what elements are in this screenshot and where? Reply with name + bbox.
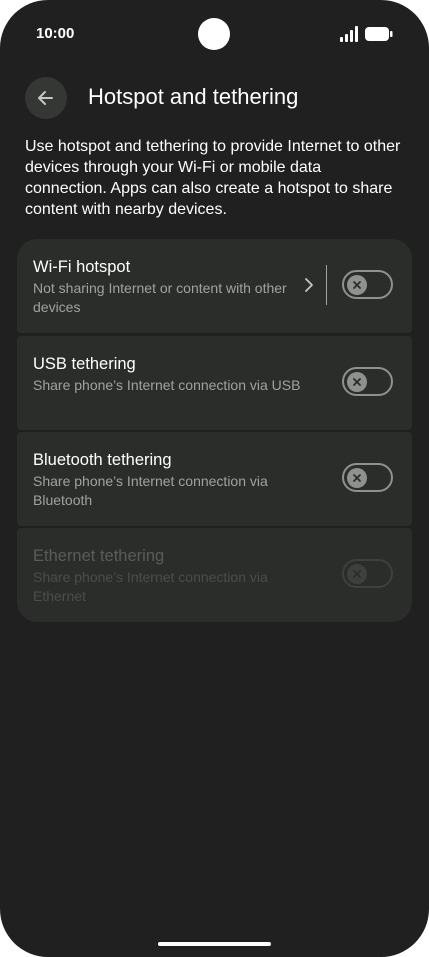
row-divider (326, 265, 327, 305)
home-indicator[interactable] (158, 942, 271, 946)
battery-icon (365, 27, 393, 41)
wifi-hotspot-subtitle: Not sharing Internet or content with oth… (33, 280, 287, 315)
phone-screen: 10:00 Hotspot and tethering Use hotspot … (0, 0, 429, 957)
ethernet-tethering-title: Ethernet tethering (33, 547, 165, 565)
toggle-knob (347, 564, 367, 584)
status-time: 10:00 (36, 25, 75, 42)
ethernet-tethering-toggle (342, 559, 393, 588)
chevron-right-icon (305, 278, 313, 292)
usb-tethering-subtitle: Share phone’s Internet connection via US… (33, 377, 301, 393)
toggle-knob (347, 372, 367, 392)
close-icon (353, 378, 361, 386)
arrow-back-icon (38, 91, 53, 105)
toggle-knob (347, 468, 367, 488)
usb-tethering-title: USB tethering (33, 355, 136, 373)
bluetooth-tethering-toggle[interactable] (342, 463, 393, 492)
wifi-hotspot-row[interactable]: Wi-Fi hotspot Not sharing Internet or co… (17, 239, 412, 333)
wifi-hotspot-toggle[interactable] (342, 270, 393, 299)
bluetooth-tethering-row[interactable]: Bluetooth tethering Share phone’s Intern… (17, 432, 412, 526)
close-icon (353, 570, 361, 578)
status-bar: 10:00 (0, 0, 429, 64)
bluetooth-tethering-subtitle: Share phone’s Internet connection via Bl… (33, 473, 268, 508)
ethernet-tethering-row: Ethernet tethering Share phone’s Interne… (17, 528, 412, 622)
camera-cutout (198, 18, 230, 50)
back-button[interactable] (25, 77, 67, 119)
page-description: Use hotspot and tethering to provide Int… (25, 138, 401, 218)
wifi-hotspot-title: Wi-Fi hotspot (33, 258, 131, 276)
bluetooth-tethering-title: Bluetooth tethering (33, 451, 172, 469)
close-icon (353, 474, 361, 482)
close-icon (353, 281, 361, 289)
usb-tethering-row[interactable]: USB tethering Share phone’s Internet con… (17, 336, 412, 430)
usb-tethering-toggle[interactable] (342, 367, 393, 396)
page-title: Hotspot and tethering (88, 84, 299, 109)
signal-icon (340, 26, 358, 42)
toggle-knob (347, 275, 367, 295)
ethernet-tethering-subtitle: Share phone’s Internet connection via Et… (33, 569, 268, 604)
